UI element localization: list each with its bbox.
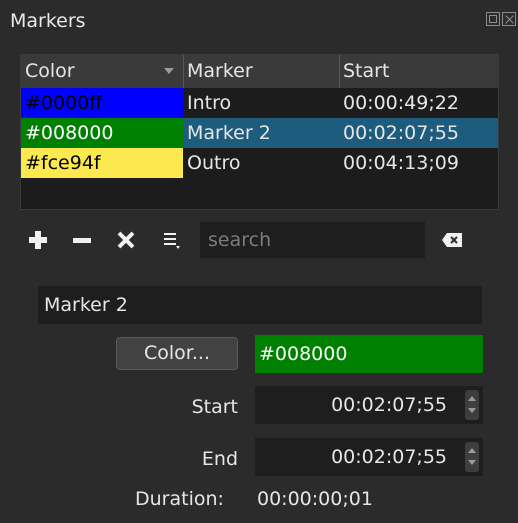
markers-panel: Markers Color Marker Start #0000ff Intro… — [0, 0, 518, 523]
panel-titlebar: Markers — [0, 0, 518, 46]
marker-color-cell: #fce94f — [21, 148, 183, 178]
marker-name-cell: Marker 2 — [187, 122, 271, 144]
float-window-icon[interactable] — [486, 12, 500, 26]
color-button[interactable]: Color... — [116, 337, 238, 370]
end-label: End — [201, 448, 238, 470]
color-value-field[interactable]: #008000 — [255, 335, 483, 373]
marker-name-cell: Outro — [187, 152, 241, 174]
end-timecode-value: 00:02:07;55 — [331, 446, 447, 468]
marker-color-cell: #0000ff — [21, 88, 183, 118]
marker-start-cell: 00:00:49;22 — [343, 92, 459, 114]
table-header: Color Marker Start — [21, 55, 498, 88]
start-timecode-field[interactable]: 00:02:07;55 — [255, 386, 483, 424]
list-menu-icon[interactable] — [160, 228, 184, 252]
start-label: Start — [191, 396, 238, 418]
close-window-icon[interactable] — [502, 12, 516, 26]
end-timecode-field[interactable]: 00:02:07;55 — [255, 438, 483, 476]
marker-start-cell: 00:02:07;55 — [343, 122, 459, 144]
column-header-start[interactable]: Start — [339, 55, 498, 88]
plus-icon[interactable] — [26, 228, 50, 252]
marker-color-cell: #008000 — [21, 118, 183, 148]
x-icon[interactable] — [114, 228, 138, 252]
marker-start-cell: 00:04:13;09 — [343, 152, 459, 174]
table-row[interactable]: #0000ff Intro 00:00:49;22 — [21, 88, 498, 118]
marker-name-field[interactable] — [38, 286, 482, 324]
backspace-icon[interactable] — [441, 232, 463, 248]
table-row[interactable]: #fce94f Outro 00:04:13;09 — [21, 148, 498, 178]
end-spin-arrows[interactable] — [465, 442, 479, 472]
column-header-color[interactable]: Color — [21, 55, 183, 88]
sort-descending-icon — [164, 68, 174, 74]
start-spin-arrows[interactable] — [465, 390, 479, 420]
markers-table[interactable]: Color Marker Start #0000ff Intro 00:00:4… — [20, 54, 499, 210]
table-row[interactable]: #008000 Marker 2 00:02:07;55 — [21, 118, 498, 148]
marker-name-cell: Intro — [187, 92, 232, 114]
search-input[interactable] — [200, 222, 425, 258]
duration-value: 00:00:00;01 — [257, 488, 373, 510]
minus-icon[interactable] — [70, 228, 94, 252]
panel-title: Markers — [10, 10, 86, 32]
duration-label: Duration: — [135, 488, 224, 510]
start-timecode-value: 00:02:07;55 — [331, 394, 447, 416]
column-header-marker[interactable]: Marker — [183, 55, 339, 88]
